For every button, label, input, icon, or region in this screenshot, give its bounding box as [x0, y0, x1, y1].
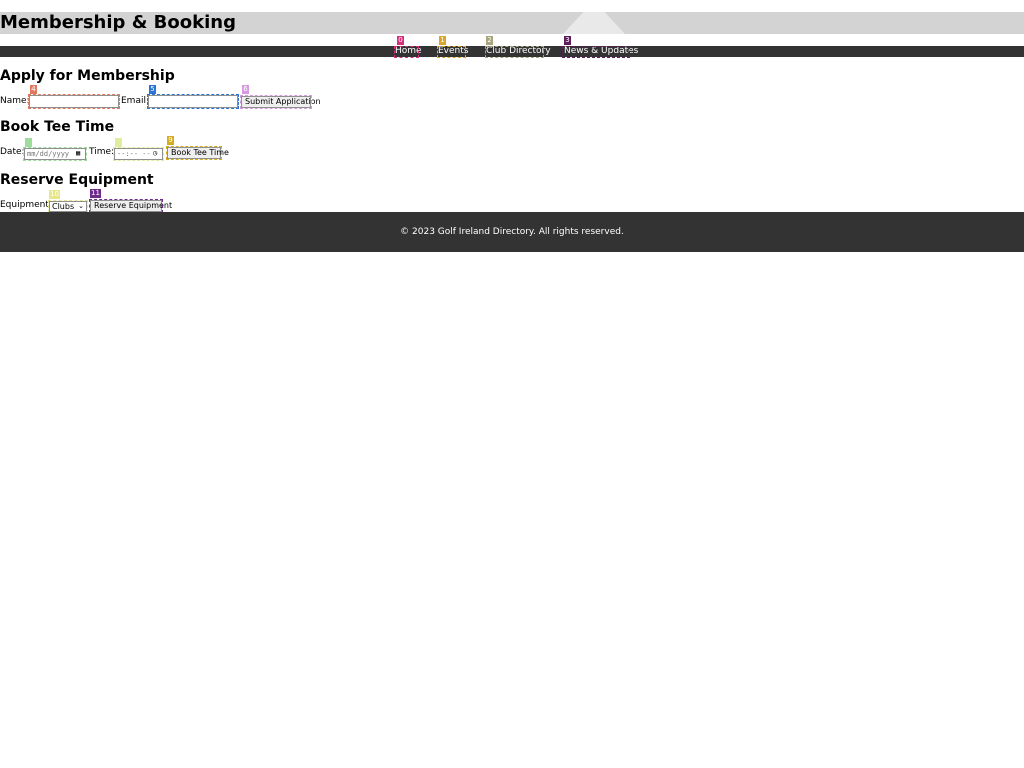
submit-application-button[interactable]: Submit Application [241, 96, 321, 108]
marker-badge-2: 2 [486, 36, 493, 45]
clock-icon[interactable]: ◷ [153, 150, 160, 157]
tee-time-heading: Book Tee Time [0, 119, 115, 135]
equipment-heading: Reserve Equipment [0, 172, 154, 188]
time-input[interactable]: --:-- -- ◷ [114, 148, 163, 160]
marker-badge-7 [25, 138, 32, 147]
nav-link-events[interactable]: Events [438, 46, 468, 57]
name-input[interactable] [29, 95, 119, 108]
chevron-down-icon: ⌄ [78, 202, 84, 210]
marker-badge-5: 5 [149, 85, 156, 94]
marker-badge-9: 9 [167, 136, 174, 145]
marker-badge-10: 10 [49, 190, 60, 199]
date-input[interactable]: mm/dd/yyyy ▦ [24, 148, 86, 160]
header-decoration [563, 12, 625, 34]
title-bar: Membership & Booking [0, 12, 1024, 34]
date-label: Date: [0, 147, 25, 157]
equipment-selected-value: Clubs [52, 202, 75, 211]
equipment-label: Equipment: [0, 200, 52, 210]
marker-badge-0: 0 [397, 36, 404, 45]
marker-badge-1: 1 [439, 36, 446, 45]
email-label: Email: [121, 96, 150, 106]
name-label: Name: [0, 96, 30, 106]
footer: © 2023 Golf Ireland Directory. All right… [0, 212, 1024, 252]
nav-link-news-updates[interactable]: News & Updates [564, 46, 638, 57]
time-placeholder: --:-- -- [117, 150, 151, 158]
nav-link-club-directory[interactable]: Club Directory [486, 46, 551, 57]
footer-copyright: © 2023 Golf Ireland Directory. All right… [400, 227, 624, 237]
nav-link-home[interactable]: Home [395, 46, 422, 57]
marker-badge-6: 6 [242, 85, 249, 94]
date-placeholder: mm/dd/yyyy [27, 150, 70, 158]
reserve-equipment-button[interactable]: Reserve Equipment [90, 200, 172, 212]
time-label: Time: [89, 147, 115, 157]
equipment-select[interactable]: Clubs ⌄ [49, 201, 87, 212]
marker-badge-3: 3 [564, 36, 571, 45]
email-input[interactable] [148, 95, 238, 108]
page-title: Membership & Booking [0, 12, 236, 33]
marker-badge-4: 4 [30, 85, 37, 94]
book-tee-time-button[interactable]: Book Tee Time [167, 147, 229, 159]
calendar-icon[interactable]: ▦ [76, 150, 83, 157]
membership-heading: Apply for Membership [0, 68, 175, 84]
marker-badge-8 [115, 138, 122, 147]
marker-badge-11: 11 [90, 189, 101, 198]
